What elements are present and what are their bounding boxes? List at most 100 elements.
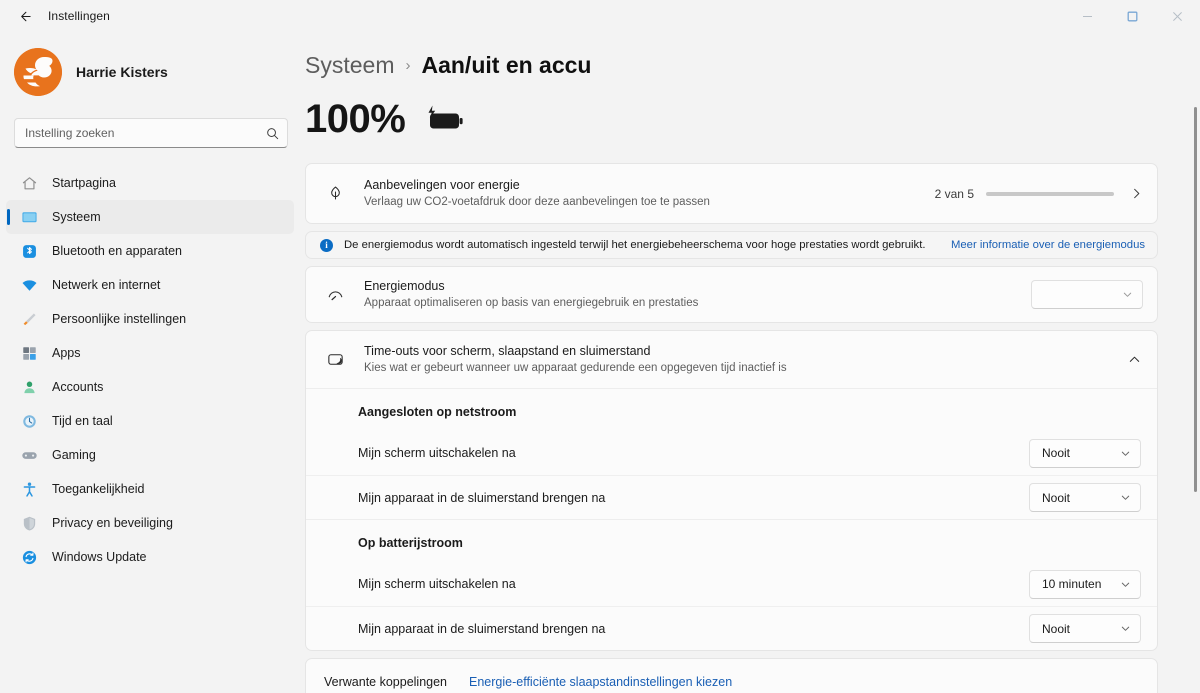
brush-icon [20, 310, 38, 328]
sidebar-item-persoonlijke-instellingen[interactable]: Persoonlijke instellingen [6, 302, 294, 336]
group-heading: Aangesloten op netstroom [358, 405, 517, 419]
sidebar-item-privacy-en-beveiliging[interactable]: Privacy en beveiliging [6, 506, 294, 540]
energy-mode-info-bar: i De energiemodus wordt automatisch inge… [305, 231, 1158, 259]
energy-recommendations-card[interactable]: Aanbevelingen voor energie Verlaag uw CO… [305, 163, 1158, 224]
sidebar-item-bluetooth-en-apparaten[interactable]: Bluetooth en apparaten [6, 234, 294, 268]
row-label: Mijn scherm uitschakelen na [358, 446, 516, 460]
back-button[interactable] [6, 1, 42, 31]
dropdown-value: Nooit [1042, 446, 1071, 460]
apps-icon [20, 344, 38, 362]
group-heading: Op batterijstroom [358, 536, 463, 550]
row-label: Mijn scherm uitschakelen na [358, 577, 516, 591]
sidebar-item-label: Toegankelijkheid [52, 482, 145, 496]
recommendations-subtitle: Verlaag uw CO2-voetafdruk door deze aanb… [364, 196, 710, 209]
row-label: Mijn apparaat in de sluimerstand brengen… [358, 621, 606, 636]
sidebar-item-tijd-en-taal[interactable]: Tijd en taal [6, 404, 294, 438]
sidebar-item-label: Startpagina [52, 176, 116, 190]
sidebar-item-toegankelijkheid[interactable]: Toegankelijkheid [6, 472, 294, 506]
energy-mode-title: Energiemodus [364, 278, 445, 293]
sidebar-item-label: Persoonlijke instellingen [52, 312, 187, 326]
sidebar-item-label: Gaming [52, 448, 96, 462]
chevron-right-icon[interactable] [1130, 187, 1143, 200]
search-input[interactable] [25, 126, 266, 140]
chevron-down-icon [1120, 623, 1131, 634]
sidebar-item-label: Apps [52, 346, 81, 360]
screen-off-battery-dropdown[interactable]: 10 minuten [1029, 569, 1141, 599]
recommendations-count: 2 van 5 [934, 186, 974, 201]
timeouts-title: Time-outs voor scherm, slaapstand en slu… [364, 343, 651, 358]
update-icon [20, 548, 38, 566]
window-controls [1065, 0, 1200, 32]
recommendations-progress: 2 van 5 [935, 187, 1143, 201]
progress-bar [986, 191, 1114, 196]
minimize-button[interactable] [1065, 0, 1110, 32]
maximize-button[interactable] [1110, 0, 1155, 32]
close-button[interactable] [1155, 0, 1200, 32]
settings-window: Instellingen Harrie Kisters Instelling z… [0, 0, 1200, 693]
timeout-row-sleep-ac: Mijn apparaat in de sluimerstand brengen… [306, 475, 1157, 519]
sleep-battery-dropdown[interactable]: Nooit [1029, 614, 1141, 643]
wifi-icon [20, 276, 38, 294]
sidebar-item-netwerk-en-internet[interactable]: Netwerk en internet [6, 268, 294, 302]
timeout-row-screen-off-ac: Mijn scherm uitschakelen na Nooit [306, 431, 1157, 475]
person-icon [20, 378, 38, 396]
energy-mode-dropdown[interactable] [1031, 280, 1143, 309]
sidebar-item-label: Windows Update [52, 550, 147, 564]
info-bar-link[interactable]: Meer informatie over de energiemodus [951, 239, 1145, 251]
search-container [0, 102, 302, 148]
sidebar-item-accounts[interactable]: Accounts [6, 370, 294, 404]
profile-name: Harrie Kisters [76, 64, 168, 80]
recommendations-title: Aanbevelingen voor energie [364, 177, 520, 192]
chevron-down-icon [1120, 492, 1131, 503]
shield-icon [20, 514, 38, 532]
sidebar: Harrie Kisters Instelling zoeken Startpa… [0, 32, 302, 693]
sidebar-item-startpagina[interactable]: Startpagina [6, 166, 294, 200]
related-links-card: Verwante koppelingen Energie-efficiënte … [305, 658, 1158, 693]
monitor-icon [20, 208, 38, 226]
breadcrumb-parent[interactable]: Systeem [305, 52, 394, 79]
accessibility-icon [20, 480, 38, 498]
dropdown-value: Nooit [1042, 490, 1071, 505]
sidebar-item-label: Tijd en taal [52, 414, 113, 428]
sidebar-item-gaming[interactable]: Gaming [6, 438, 294, 472]
sidebar-item-apps[interactable]: Apps [6, 336, 294, 370]
timeout-row-screen-off-battery: Mijn scherm uitschakelen na 10 minuten [306, 562, 1157, 606]
timeouts-subtitle: Kies wat er gebeurt wanneer uw apparaat … [364, 362, 787, 375]
battery-status: 100% [305, 99, 1158, 139]
search-box[interactable] [14, 118, 288, 148]
timeouts-header[interactable]: Time-outs voor scherm, slaapstand en slu… [306, 331, 1157, 388]
breadcrumb: Systeem › Aan/uit en accu [305, 52, 1158, 79]
clock-globe-icon [20, 412, 38, 430]
sidebar-item-windows-update[interactable]: Windows Update [6, 540, 294, 574]
related-link[interactable]: Energie-efficiënte slaapstandinstellinge… [469, 675, 732, 689]
gamepad-icon [20, 446, 38, 464]
title-bar: Instellingen [0, 0, 1200, 32]
energy-mode-subtitle: Apparaat optimaliseren op basis van ener… [364, 297, 699, 310]
sidebar-item-label: Privacy en beveiliging [52, 516, 173, 530]
window-title: Instellingen [48, 9, 110, 23]
battery-percentage: 100% [305, 97, 406, 141]
related-links-label: Verwante koppelingen [324, 674, 448, 689]
content-scrollbar[interactable] [1194, 107, 1197, 492]
screen-off-ac-dropdown[interactable]: Nooit [1029, 438, 1141, 468]
info-bar-text: De energiemodus wordt automatisch ingest… [344, 239, 926, 251]
sidebar-item-label: Netwerk en internet [52, 278, 161, 292]
content-area: Systeem › Aan/uit en accu 100% Aanbeveli… [302, 32, 1200, 693]
sidebar-item-label: Accounts [52, 380, 104, 394]
breadcrumb-separator-icon: › [405, 57, 411, 74]
search-icon [266, 127, 279, 140]
sleep-ac-dropdown[interactable]: Nooit [1029, 483, 1141, 512]
timeouts-expander: Time-outs voor scherm, slaapstand en slu… [305, 330, 1158, 651]
timeouts-group-battery: Op batterijstroom Mijn scherm uitschakel… [306, 519, 1157, 650]
energy-mode-row: Energiemodus Apparaat optimaliseren op b… [305, 266, 1158, 323]
profile-block[interactable]: Harrie Kisters [0, 36, 302, 102]
sidebar-nav: Startpagina Systeem Bluetooth en apparat… [0, 166, 302, 574]
chevron-down-icon [1120, 448, 1131, 459]
avatar [14, 48, 62, 96]
page-title: Aan/uit en accu [421, 52, 592, 78]
sidebar-item-label: Systeem [52, 210, 101, 224]
chevron-down-icon [1120, 579, 1131, 590]
leaf-icon [324, 184, 346, 203]
sidebar-item-systeem[interactable]: Systeem [6, 200, 294, 234]
chevron-up-icon[interactable] [1128, 353, 1141, 366]
